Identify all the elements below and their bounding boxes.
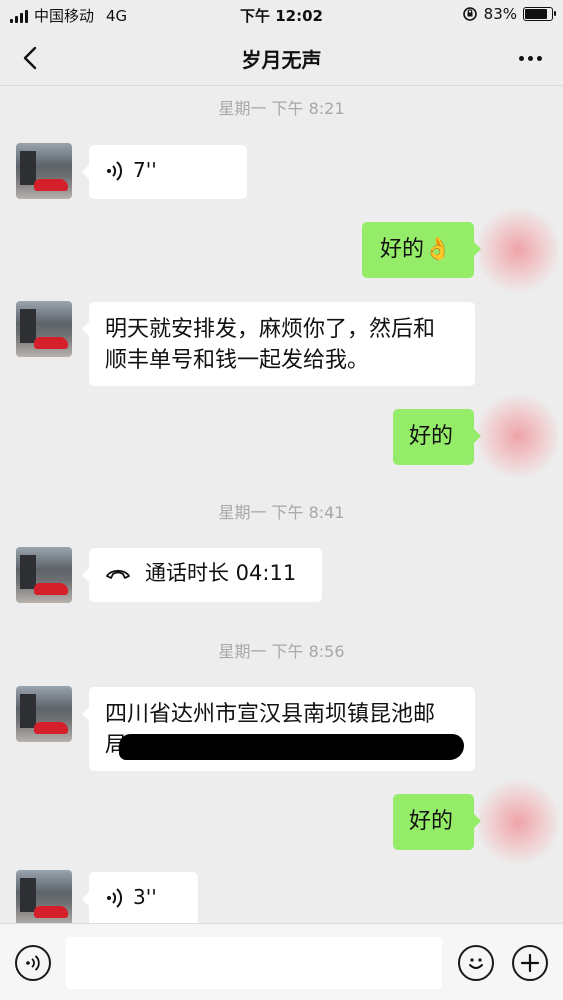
timestamp: 星期一 下午 8:21 [218,99,345,118]
battery-percent: 83% [483,5,517,23]
my-avatar[interactable] [478,777,558,867]
text-message-incoming[interactable]: 明天就安排发，麻烦你了，然后和 顺丰单号和钱一起发给我。 [82,302,475,386]
voice-message[interactable]: 7'' [82,145,247,199]
message-input[interactable] [66,937,442,989]
my-avatar[interactable] [478,205,558,295]
plus-icon [520,953,540,973]
voice-message[interactable]: 3'' [82,872,198,923]
address-message[interactable]: 四川省达州市宣汉县南坝镇昆池邮 局 [82,687,475,771]
input-bar [0,923,563,1000]
message-text-line: 明天就安排发，麻烦你了，然后和 [105,317,436,342]
redaction-mark [119,734,464,760]
contact-avatar[interactable] [16,301,72,357]
voice-message-content: 3'' [105,882,182,913]
chat-area[interactable]: 星期一 下午 8:21 7'' 好的👌 明天就安排发，麻烦你了，然后和 顺丰单号… [0,87,563,923]
text-message-outgoing[interactable]: 好的 [393,794,481,850]
text-message-outgoing[interactable]: 好的 [393,409,481,465]
status-right: 83% [462,5,556,23]
call-record-content: 通话时长 04:11 [105,558,306,589]
message-text: 好的 [409,809,454,834]
timestamp: 星期一 下午 8:41 [218,503,345,522]
voice-message-content: 7'' [105,155,231,186]
message-text-line: 顺丰单号和钱一起发给我。 [105,348,370,373]
text-message-outgoing[interactable]: 好的👌 [362,222,481,278]
message-text: 好的 [409,424,454,449]
call-duration: 通话时长 04:11 [145,561,297,585]
phone-icon [106,569,130,579]
timestamp: 星期一 下午 8:56 [218,642,345,661]
contact-avatar[interactable] [16,547,72,603]
voice-toggle-button[interactable] [15,945,51,981]
my-avatar[interactable] [478,391,558,481]
voice-toggle-icon [26,955,40,971]
rotation-lock-icon [462,7,477,21]
emoji-icon [469,958,483,969]
voice-wave-icon [107,160,123,181]
chat-title: 岁月无声 [241,48,322,72]
voice-duration: 7'' [133,158,157,182]
contact-avatar[interactable] [16,143,72,199]
nav-bar: 岁月无声 [0,30,563,86]
message-text-line: 四川省达州市宣汉县南坝镇昆池邮 [105,702,436,727]
plus-button[interactable] [512,945,548,981]
more-dots-icon [518,55,524,61]
message-text: 好的👌 [380,237,452,262]
more-button[interactable] [515,45,545,71]
contact-avatar[interactable] [16,870,72,923]
voice-wave-icon [107,887,123,908]
battery-icon [523,7,556,21]
call-record[interactable]: 通话时长 04:11 [82,548,322,602]
voice-duration: 3'' [133,885,157,909]
contact-avatar[interactable] [16,686,72,742]
status-bar: 中国移动 4G 下午 12:02 83% [0,0,563,30]
emoji-button[interactable] [458,945,494,981]
